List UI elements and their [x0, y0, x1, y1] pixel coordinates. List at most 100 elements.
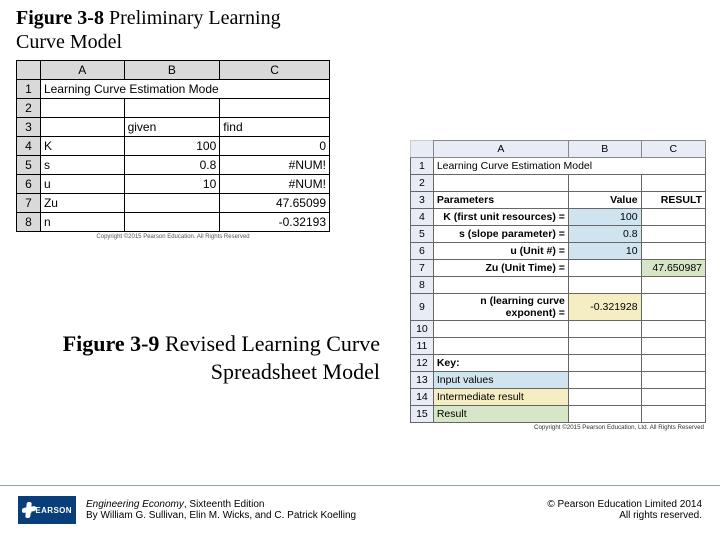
fig38-n-given [124, 213, 220, 232]
fig38-rownum: 7 [17, 194, 41, 213]
figure-3-9-rest: Revised Learning Curve Spreadsheet Model [159, 331, 380, 384]
fig39-rownum: 6 [411, 243, 434, 260]
fig39-s-label: s (slope parameter) = [433, 226, 568, 243]
fig38-row-1: 1 Learning Curve Estimation Mode [17, 80, 330, 99]
fig39-corner-cell [411, 141, 434, 158]
figure-3-9-title: Figure 3-9 Revised Learning Curve Spread… [60, 330, 380, 386]
pearson-logo-icon [22, 502, 38, 518]
fig39-params-header: Parameters [433, 192, 568, 209]
fig39-row-key: 12 Key: [411, 355, 706, 372]
fig39-u-value: 10 [568, 243, 641, 260]
fig39-table: A B C 1 Learning Curve Estimation Model … [410, 140, 706, 423]
fig39-Zu-result: 47.650987 [641, 260, 705, 277]
fig38-rownum: 5 [17, 156, 41, 175]
figure-3-9-label: Figure 3-9 [63, 331, 160, 356]
fig39-rownum: 11 [411, 338, 434, 355]
fig39-key-input: Input values [433, 372, 568, 389]
fig38-s-given: 0.8 [124, 156, 220, 175]
fig39-rownum: 7 [411, 260, 434, 277]
fig39-row-11: 11 [411, 338, 706, 355]
figure-3-8-title: Figure 3-8 Preliminary Learning Curve Mo… [16, 6, 316, 54]
fig38-row-u: 6 u 10 #NUM! [17, 175, 330, 194]
book-title: Engineering Economy [86, 499, 184, 510]
figure-3-8-spreadsheet: A B C 1 Learning Curve Estimation Mode 2… [16, 60, 330, 240]
fig38-rownum: 4 [17, 137, 41, 156]
fig38-row-Zu: 7 Zu 47.65099 [17, 194, 330, 213]
fig39-u-label: u (Unit #) = [433, 243, 568, 260]
fig39-K-label: K (first unit resources) = [433, 209, 568, 226]
fig39-value-header: Value [568, 192, 641, 209]
fig39-rownum: 2 [411, 175, 434, 192]
fig38-u-given: 10 [124, 175, 220, 194]
fig38-rownum: 2 [17, 99, 41, 118]
fig38-u-label: u [40, 175, 124, 194]
fig38-given-label: given [124, 118, 220, 137]
fig39-row-s: 5 s (slope parameter) = 0.8 [411, 226, 706, 243]
fig38-n-label: n [40, 213, 124, 232]
fig38-s-find: #NUM! [220, 156, 330, 175]
fig38-K-given: 100 [124, 137, 220, 156]
fig39-rownum: 1 [411, 158, 434, 175]
fig38-find-label: find [220, 118, 330, 137]
fig39-row-10: 10 [411, 321, 706, 338]
fig38-Zu-given [124, 194, 220, 213]
fig38-rownum: 6 [17, 175, 41, 194]
fig39-col-A: A [433, 141, 568, 158]
fig38-Zu-label: Zu [40, 194, 124, 213]
fig38-rownum: 8 [17, 213, 41, 232]
fig39-s-value: 0.8 [568, 226, 641, 243]
fig38-row-3: 3 given find [17, 118, 330, 137]
fig38-row-s: 5 s 0.8 #NUM! [17, 156, 330, 175]
fig38-K-label: K [40, 137, 124, 156]
fig39-Zu-label: Zu (Unit Time) = [433, 260, 568, 277]
fig39-rownum: 9 [411, 294, 434, 321]
footer-left: PEARSON Engineering Economy, Sixteenth E… [18, 496, 356, 524]
fig39-rownum: 12 [411, 355, 434, 372]
fig38-row-K: 4 K 100 0 [17, 137, 330, 156]
fig38-title-cell: Learning Curve Estimation Mode [40, 80, 329, 99]
fig39-n-value: -0.321928 [568, 294, 641, 321]
fig38-col-B: B [124, 61, 220, 80]
footer-credits: Engineering Economy, Sixteenth Edition B… [86, 499, 356, 521]
fig39-rownum: 3 [411, 192, 434, 209]
fig39-col-B: B [568, 141, 641, 158]
fig39-result-header: RESULT [641, 192, 705, 209]
fig38-corner-cell [17, 61, 41, 80]
footer-right: © Pearson Education Limited 2014 All rig… [547, 499, 702, 521]
pearson-logo: PEARSON [18, 496, 76, 524]
fig38-K-find: 0 [220, 137, 330, 156]
fig39-K-value: 100 [568, 209, 641, 226]
fig39-rownum: 13 [411, 372, 434, 389]
figure-3-9-spreadsheet: A B C 1 Learning Curve Estimation Model … [410, 140, 706, 431]
fig39-rownum: 10 [411, 321, 434, 338]
fig39-rownum: 8 [411, 277, 434, 294]
slide: Figure 3-8 Preliminary Learning Curve Mo… [0, 0, 720, 540]
fig38-col-C: C [220, 61, 330, 80]
fig39-row-n: 9 n (learning curve exponent) = -0.32192… [411, 294, 706, 321]
fig38-copyright: Copyright ©2015 Pearson Education. All R… [16, 234, 330, 240]
fig39-n-label: n (learning curve exponent) = [433, 294, 568, 321]
fig39-row-1: 1 Learning Curve Estimation Model [411, 158, 706, 175]
fig39-row-8: 8 [411, 277, 706, 294]
fig38-row-n: 8 n -0.32193 [17, 213, 330, 232]
fig39-rownum: 4 [411, 209, 434, 226]
book-edition: , Sixteenth Edition [184, 499, 265, 510]
fig38-n-find: -0.32193 [220, 213, 330, 232]
fig39-rownum: 15 [411, 406, 434, 423]
fig39-row-key-intermediate: 14 Intermediate result [411, 389, 706, 406]
figure-3-8-label: Figure 3-8 [16, 7, 104, 29]
footer-rights: All rights reserved. [547, 510, 702, 521]
fig39-col-C: C [641, 141, 705, 158]
fig38-col-A: A [40, 61, 124, 80]
fig38-u-find: #NUM! [220, 175, 330, 194]
fig38-Zu-find: 47.65099 [220, 194, 330, 213]
fig39-row-Zu: 7 Zu (Unit Time) = 47.650987 [411, 260, 706, 277]
fig39-row-3: 3 Parameters Value RESULT [411, 192, 706, 209]
fig39-key-intermediate: Intermediate result [433, 389, 568, 406]
fig39-rownum: 5 [411, 226, 434, 243]
fig39-row-2: 2 [411, 175, 706, 192]
fig39-row-key-input: 13 Input values [411, 372, 706, 389]
fig39-rownum: 14 [411, 389, 434, 406]
fig38-rownum: 1 [17, 80, 41, 99]
book-authors: By William G. Sullivan, Elin M. Wicks, a… [86, 510, 356, 521]
